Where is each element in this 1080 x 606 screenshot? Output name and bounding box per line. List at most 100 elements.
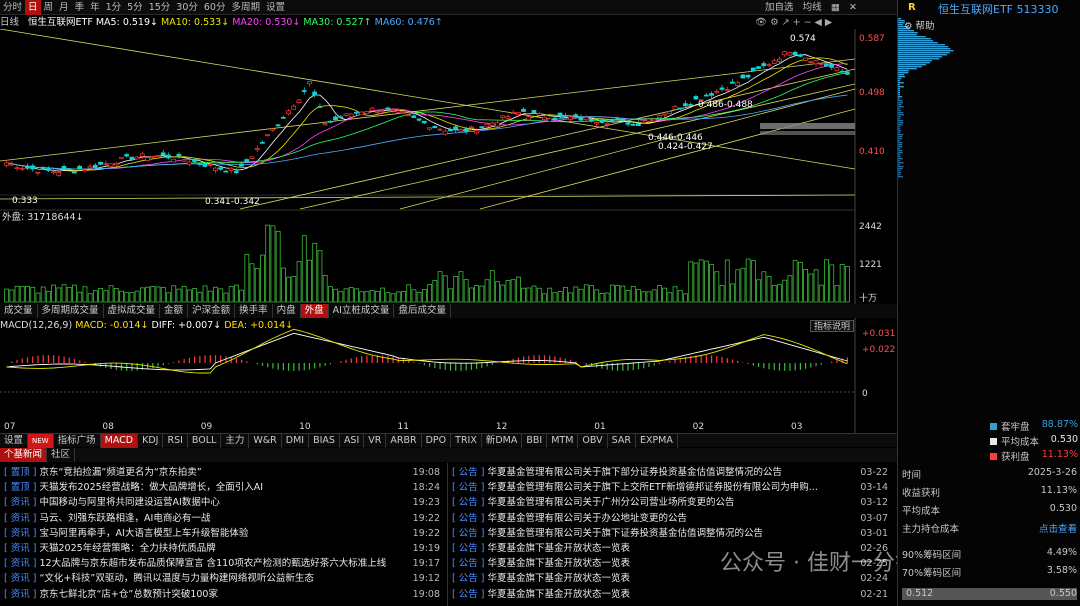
indicator-tab-12[interactable]: VR [364, 434, 387, 448]
indicator-tab-4[interactable]: KDJ [138, 434, 164, 448]
indicator-tab-1[interactable]: NEW [28, 434, 54, 448]
volume-bar [442, 275, 448, 303]
chip-bar [898, 66, 922, 68]
vol-tab-2[interactable]: 虚拟成交量 [104, 304, 161, 318]
indicator-tab-5[interactable]: RSI [163, 434, 188, 448]
vol-tab-6[interactable]: 内盘 [273, 304, 301, 318]
indicator-tab-3[interactable]: MACD [100, 434, 139, 448]
news-item[interactable]: [ 公告 ] 华夏基金管理有限公司关于旗下证券投资基金估值调整情况的公告 03-0… [452, 526, 892, 541]
tab-year[interactable]: 年 [87, 0, 103, 15]
vol-tab-8[interactable]: AI立桩成交量 [329, 304, 395, 318]
main-cost-link[interactable]: 点击查看 [1039, 521, 1077, 535]
indicator-tab-13[interactable]: ARBR [386, 434, 422, 448]
tab-fenshi[interactable]: 分时 [0, 0, 25, 15]
indicator-tab-11[interactable]: ASI [340, 434, 365, 448]
vol-tab-1[interactable]: 多周期成交量 [38, 304, 104, 318]
tab-15min[interactable]: 15分 [146, 0, 174, 15]
tab-week[interactable]: 周 [41, 0, 57, 15]
news-tag: [ 公告 ] [452, 467, 485, 478]
volume-bar [427, 284, 433, 303]
legend-item: 获利盘 11.13% [990, 449, 1078, 463]
indicator-tab-21[interactable]: EXPMA [636, 434, 678, 448]
news-time: 03-22 [860, 467, 888, 478]
news-item[interactable]: [ 公告 ] 华夏基金管理有限公司关于办公地址变更的公告 03-07 [452, 511, 892, 526]
vol-axis-top: 2442 [859, 222, 882, 232]
news-item[interactable]: [ 资讯 ] 京东七鲜北京“店+仓”总数预计突破100家 19:08 [4, 587, 444, 602]
indicator-tab-14[interactable]: DPO [422, 434, 452, 448]
news-item[interactable]: [ 资讯 ] 马云、刘强东跃路相逢，AI电商必有一战 19:22 [4, 511, 444, 526]
news-title: 华夏基金旗下基金开放状态一览表 [487, 558, 631, 570]
indicator-tab-7[interactable]: 主力 [221, 434, 250, 448]
candle [254, 145, 260, 153]
news-title: 华夏基金旗下基金开放状态一览表 [487, 588, 631, 600]
news-item[interactable]: [ 公告 ] 华夏基金管理有限公司关于旗下上交所ETF新增德邦证券股份有限公司为… [452, 480, 892, 495]
news-item[interactable]: [ 资讯 ] 12大品牌与京东超市发布品质保障宣言 含110项农产检测的甄选好茶… [4, 556, 444, 571]
news-item[interactable]: [ 资讯 ] “文化+科技”双驱动，腾讯以温度与力量构建网络视听公益新生态 19:… [4, 571, 444, 586]
volume-bar [192, 288, 198, 303]
volume-bar [77, 291, 83, 303]
indicator-tab-16[interactable]: 新DMA [482, 434, 523, 448]
indicator-tab-17[interactable]: BBI [522, 434, 548, 448]
news-time: 19:08 [412, 588, 440, 600]
indicator-tab-6[interactable]: BOLL [188, 434, 222, 448]
volume-bar [641, 291, 647, 303]
news-item[interactable]: [ 置顶 ] 京东“竞拍捡漏”频道更名为“京东拍卖” 19:08 [4, 465, 444, 480]
vol-tab-4[interactable]: 沪深金额 [188, 304, 236, 318]
news-item[interactable]: [ 资讯 ] 宝马阿里再牵手，AI大语言模型上车升级智能体验 19:22 [4, 526, 444, 541]
indicator-tab-8[interactable]: W&R [249, 434, 282, 448]
volume-bar [583, 284, 589, 303]
indicator-tab-10[interactable]: BIAS [309, 434, 340, 448]
news-item[interactable]: [ 资讯 ] 天猫2025年经营策略：全力扶持优质品牌 19:19 [4, 541, 444, 556]
news-item[interactable]: [ 公告 ] 华夏基金管理有限公司关于广州分公司营业场所变更的公告 03-12 [452, 495, 892, 510]
volume-bar [677, 290, 683, 303]
vol-tab-9[interactable]: 盘后成交量 [394, 304, 451, 318]
add-watchlist-button[interactable]: 加自选 [765, 2, 794, 13]
indicator-tab-9[interactable]: DMI [282, 434, 310, 448]
tab-multi-period[interactable]: 多周期 [228, 0, 263, 15]
tab-5min[interactable]: 5分 [124, 0, 146, 15]
layout-icon[interactable]: ▦ [831, 2, 840, 13]
volume-bar [782, 279, 788, 303]
indicator-tab-0[interactable]: 设置 [0, 434, 29, 448]
kline-chart-area[interactable]: 0.574 0.333 0.341-0.342 0.486-0.488 0.44… [0, 29, 897, 433]
trend-line [0, 58, 856, 162]
ma-button[interactable]: 均线 [803, 2, 822, 13]
tab-day[interactable]: 日 [25, 0, 41, 15]
chip-bar [898, 158, 903, 160]
candle [338, 114, 344, 119]
news-item[interactable]: [ 公告 ] 华夏基金旗下基金开放状态一览表 02-21 [452, 587, 892, 602]
volume-bar [594, 289, 600, 303]
indicator-tab-2[interactable]: 指标广场 [54, 434, 101, 448]
tab-community[interactable]: 社区 [47, 448, 76, 462]
tab-30min[interactable]: 30分 [173, 0, 201, 15]
candle [803, 57, 808, 61]
vol-tab-3[interactable]: 金额 [160, 304, 189, 318]
chart-tool-icons[interactable]: 👁 ⚙ ↗ + − ◀ ▶ [755, 16, 832, 29]
tab-1min[interactable]: 1分 [103, 0, 125, 15]
indicator-tab-18[interactable]: MTM [547, 434, 579, 448]
trend-line [299, 83, 856, 210]
news-item[interactable]: [ 置顶 ] 天猫发布2025经营战略：做大品牌增长，全面引入AI 18:24 [4, 480, 444, 495]
tab-fund-news[interactable]: 个基新闻 [0, 448, 48, 462]
close-icon[interactable]: ✕ [849, 2, 857, 13]
news-tabs: 个基新闻 社区 [0, 448, 897, 462]
vol-tab-0[interactable]: 成交量 [0, 304, 38, 318]
help-link[interactable]: ⚙ 帮助 [904, 18, 935, 32]
tab-month[interactable]: 月 [56, 0, 72, 15]
tab-settings[interactable]: 设置 [263, 0, 288, 15]
chip-bar [898, 50, 954, 52]
news-item[interactable]: [ 资讯 ] 中国移动与阿里将共同建设运营AI数据中心 19:23 [4, 495, 444, 510]
indicator-explain-button[interactable]: 指标说明 [810, 320, 855, 332]
news-item[interactable]: [ 公告 ] 华夏基金管理有限公司关于旗下部分证券投资基金估值调整情况的公告 03… [452, 465, 892, 480]
indicator-tab-20[interactable]: SAR [608, 434, 636, 448]
news-time: 19:22 [412, 512, 440, 524]
vol-tab-7[interactable]: 外盘 [300, 304, 329, 318]
candle [740, 74, 746, 79]
tab-60min[interactable]: 60分 [201, 0, 229, 15]
tab-quarter[interactable]: 季 [72, 0, 88, 15]
indicator-tab-15[interactable]: TRIX [451, 434, 482, 448]
indicator-tab-19[interactable]: OBV [578, 434, 608, 448]
vol-tab-5[interactable]: 换手率 [235, 304, 273, 318]
volume-bar [254, 267, 260, 303]
volume-bar [176, 288, 182, 303]
